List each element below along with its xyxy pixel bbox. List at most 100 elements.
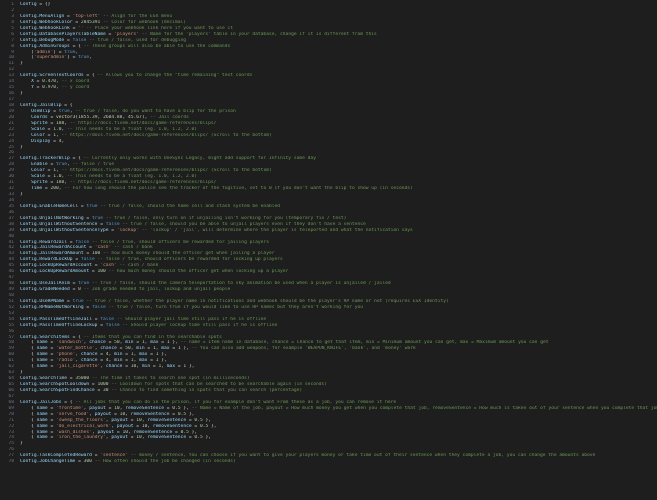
code-token: = [33, 85, 43, 91]
code-token: 1.0 [53, 126, 62, 132]
code-token: = [105, 405, 115, 411]
code-token: -- https://docs.fivem.net/docs/game-refe… [61, 132, 272, 138]
code-token: }, [186, 364, 195, 370]
code-token: = { [69, 334, 84, 340]
code-token: max [161, 346, 170, 352]
code-token: = [147, 358, 156, 364]
code-token: 'frontime' [56, 405, 84, 411]
code-token: Config.AdminGroups [20, 43, 70, 49]
code-token: -- false / true, should officers be rewa… [94, 257, 283, 263]
code-token: 'sandwich' [56, 340, 84, 346]
code-token: -- cash / bank [111, 245, 153, 251]
code-token: = [94, 387, 103, 393]
code-token: false [100, 316, 115, 322]
line-code: Config.JobChangeTime = 300 -- How often … [20, 459, 657, 465]
code-token: -- Place your webhook link here if you w… [83, 25, 234, 31]
code-token: }, [158, 352, 167, 358]
code-token: Config.RewardLockUp [20, 257, 73, 263]
code-token: = [158, 340, 167, 346]
code-token: Config.RPNameNotWorking [20, 304, 84, 310]
code-token: -- This needs to be a float (eg. 1.0, 1.… [67, 126, 198, 132]
code-token: removeSentence [130, 411, 170, 417]
code-token: Scale [20, 126, 45, 132]
code-token: chance [80, 358, 98, 364]
code-token: = { [69, 43, 84, 49]
code-token: -- Name for the 'players' table in your … [138, 31, 377, 37]
code-token: Display [20, 138, 51, 144]
code-token: payout [111, 417, 128, 423]
code-token: 1.0 [53, 174, 62, 180]
code-token: } [20, 61, 23, 67]
code-token: 1855.39 [78, 114, 98, 120]
code-token: = [91, 453, 101, 459]
code-token: name [36, 435, 48, 441]
code-token: Config.DatabasePlayersTableName [20, 31, 106, 37]
code-token: }, [202, 417, 212, 423]
code-token: = [97, 221, 106, 227]
code-token: = [97, 358, 106, 364]
code-token: 'top-left' [72, 13, 101, 19]
code-line[interactable]: 78 Config.JobChangeTime = 300 -- How ofte… [0, 459, 657, 465]
code-token: 'cash' [100, 263, 117, 269]
code-token: chance [100, 346, 117, 352]
code-token: } [20, 441, 23, 447]
code-token: -- 'lockup' / 'jail', will determine whe… [138, 227, 413, 233]
code-token: = [83, 251, 92, 257]
code-token: Config.RewardJail [20, 239, 68, 245]
code-token: -- Allows you to change the "time remain… [97, 73, 253, 79]
code-token: Config.LockUpRewardAccount [20, 263, 92, 269]
code-token: 'radio' [56, 358, 76, 364]
code-token: Config.PassTimeOfflineLockup [20, 322, 98, 328]
code-token: -- How often should the job be changed (… [91, 459, 236, 465]
code-token: }, [158, 358, 167, 364]
code-token: = [83, 215, 92, 221]
code-token: { [20, 429, 37, 435]
code-token: Config.MenuAlign [20, 13, 65, 19]
code-token: Config.ScreenTextCoords [20, 73, 84, 79]
code-token: -- true / false, do you want to have a b… [75, 108, 236, 114]
code-token: Config [20, 2, 37, 7]
code-token: = [69, 281, 79, 287]
code-token: 'wash_dishes' [56, 429, 92, 435]
code-token: }, [186, 411, 195, 417]
code-token: Config.PassTimeOfflineJail [20, 316, 92, 322]
code-token: , [61, 138, 65, 144]
code-token: Coords [20, 114, 48, 120]
code-token: Config.JobChangeTime [20, 459, 76, 465]
code-token: removeSentence [125, 405, 164, 411]
code-token: { [20, 340, 37, 346]
code-token: Config.WebhookColor [20, 19, 73, 25]
code-token: -- For how long should the police see th… [64, 186, 413, 192]
code-token: = [69, 287, 79, 292]
code-token: = {} [36, 2, 51, 7]
code-editor[interactable]: 1 Config = {} 2 3 Config.MenuAlign = 'top-le… [0, 0, 657, 500]
code-token: = [47, 120, 56, 126]
code-token: 'water_bottle' [56, 346, 95, 352]
code-token: 300 [83, 459, 92, 465]
code-token: = [169, 411, 178, 417]
code-token: Sprite [20, 120, 48, 126]
code-token: name [36, 417, 48, 423]
code-token: -- true / false, used for debugging [86, 37, 186, 43]
code-token: min [125, 340, 134, 346]
code-token: UseBlip [20, 108, 51, 114]
code-token: = [47, 405, 56, 411]
code-token: = [122, 352, 131, 358]
code-token: = [105, 340, 115, 346]
code-token: 'jail_cigarette' [56, 364, 101, 370]
code-token: [ [20, 49, 34, 55]
code-token: Time [20, 186, 43, 192]
code-token: 'do_electrical_work' [56, 423, 112, 429]
code-token: 200 [50, 186, 59, 192]
code-token: 'phone' [56, 352, 76, 358]
code-token: true [72, 298, 84, 304]
code-token: = [97, 352, 106, 358]
code-token: = [47, 352, 56, 358]
code-token: -- Jail coords [150, 114, 189, 120]
code-token: = [47, 346, 56, 352]
code-token: 'sweep_the_floors' [56, 417, 106, 423]
code-token: -- true / false, should the home cell an… [97, 203, 281, 209]
code-token: ] = [53, 49, 65, 55]
code-token: = [133, 423, 142, 429]
code-token: = [64, 298, 73, 304]
